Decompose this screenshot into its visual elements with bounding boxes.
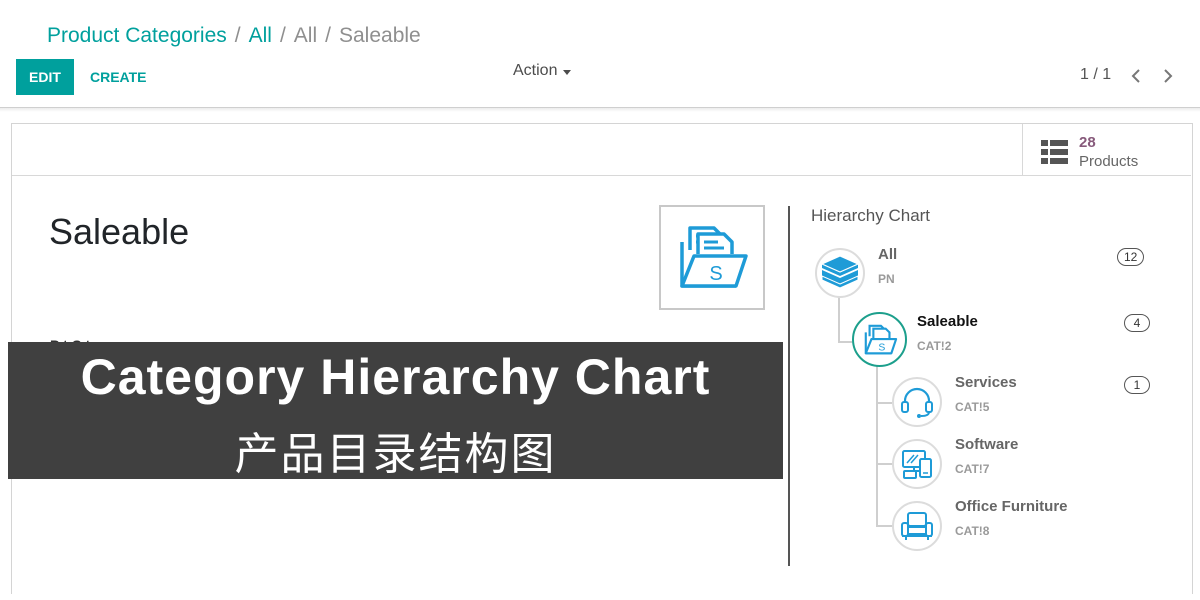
tree-node-software[interactable] (892, 439, 942, 489)
breadcrumb-product-categories[interactable]: Product Categories (47, 24, 227, 47)
tree-connector (838, 341, 852, 343)
folder-s-icon: S (680, 225, 748, 288)
list-icon (1041, 140, 1068, 164)
tree-connector (876, 463, 892, 465)
control-panel-shadow (0, 108, 1200, 112)
layers-icon (820, 255, 860, 289)
node-icon-wrapper (892, 501, 942, 551)
tree-connector (876, 525, 892, 527)
products-count: 28 (1079, 134, 1096, 151)
category-image[interactable]: S (659, 205, 765, 310)
edit-button[interactable]: EDIT (16, 59, 74, 95)
count-badge-saleable: 4 (1124, 314, 1150, 332)
count-badge-all: 12 (1117, 248, 1145, 266)
folder-s-icon: S (864, 324, 897, 354)
count-badge-services: 1 (1124, 376, 1150, 394)
tree-node-office-furniture[interactable] (892, 501, 942, 551)
node-name-services: Services (955, 374, 1017, 391)
tree-connector (876, 365, 878, 526)
node-name-saleable: Saleable (917, 313, 978, 330)
caret-down-icon (563, 69, 572, 75)
hierarchy-divider (788, 206, 790, 566)
tree-connector (876, 402, 892, 404)
breadcrumb-separator: / (279, 24, 286, 47)
breadcrumb-separator: / (234, 24, 241, 47)
node-code-office-furniture: CAT!8 (955, 524, 990, 538)
banner-title: Category Hierarchy Chart (80, 349, 711, 405)
devices-icon (902, 450, 932, 479)
node-icon-wrapper (892, 377, 942, 427)
record-title: Saleable (49, 211, 190, 252)
node-code-saleable: CAT!2 (917, 339, 952, 353)
banner-subtitle: 产品目录结构图 (234, 429, 557, 480)
tree-node-saleable[interactable]: S (852, 312, 907, 367)
breadcrumb: Product Categories / All / All / Saleable (47, 24, 421, 48)
pager-value: 1 / 1 (1080, 66, 1112, 83)
node-code-services: CAT!5 (955, 400, 990, 414)
node-name-software: Software (955, 436, 1019, 453)
chevron-left-icon (1131, 69, 1140, 83)
tree-node-all[interactable] (815, 248, 865, 298)
breadcrumb-current: Saleable (338, 24, 421, 47)
node-name-office-furniture: Office Furniture (955, 498, 1068, 515)
breadcrumb-all[interactable]: All (249, 24, 272, 47)
pager-previous-button[interactable] (1125, 64, 1147, 88)
hierarchy-chart-title: Hierarchy Chart (811, 206, 931, 225)
svg-text:S: S (709, 263, 722, 285)
node-name-all: All (878, 246, 898, 263)
create-button[interactable]: CREATE (86, 59, 151, 95)
tree-connector (838, 296, 840, 342)
headset-icon (901, 387, 933, 418)
button-box-divider (12, 175, 1191, 176)
tree-node-services[interactable] (892, 377, 942, 427)
node-code-all: PN (878, 272, 895, 286)
svg-text:S: S (878, 342, 885, 353)
node-icon-wrapper (892, 439, 942, 489)
node-icon-wrapper (815, 248, 865, 298)
action-label: Action (513, 62, 558, 79)
pager-next-button[interactable] (1157, 64, 1179, 88)
breadcrumb-all-parent: All (293, 24, 318, 47)
chevron-right-icon (1164, 69, 1173, 83)
products-label: Products (1079, 153, 1139, 170)
breadcrumb-separator: / (325, 24, 331, 47)
node-code-software: CAT!7 (955, 462, 990, 476)
action-dropdown[interactable]: Action (513, 62, 572, 80)
node-icon-wrapper: S (852, 312, 907, 367)
armchair-icon (901, 512, 933, 540)
products-stat-button[interactable]: 28 Products (1022, 124, 1191, 175)
